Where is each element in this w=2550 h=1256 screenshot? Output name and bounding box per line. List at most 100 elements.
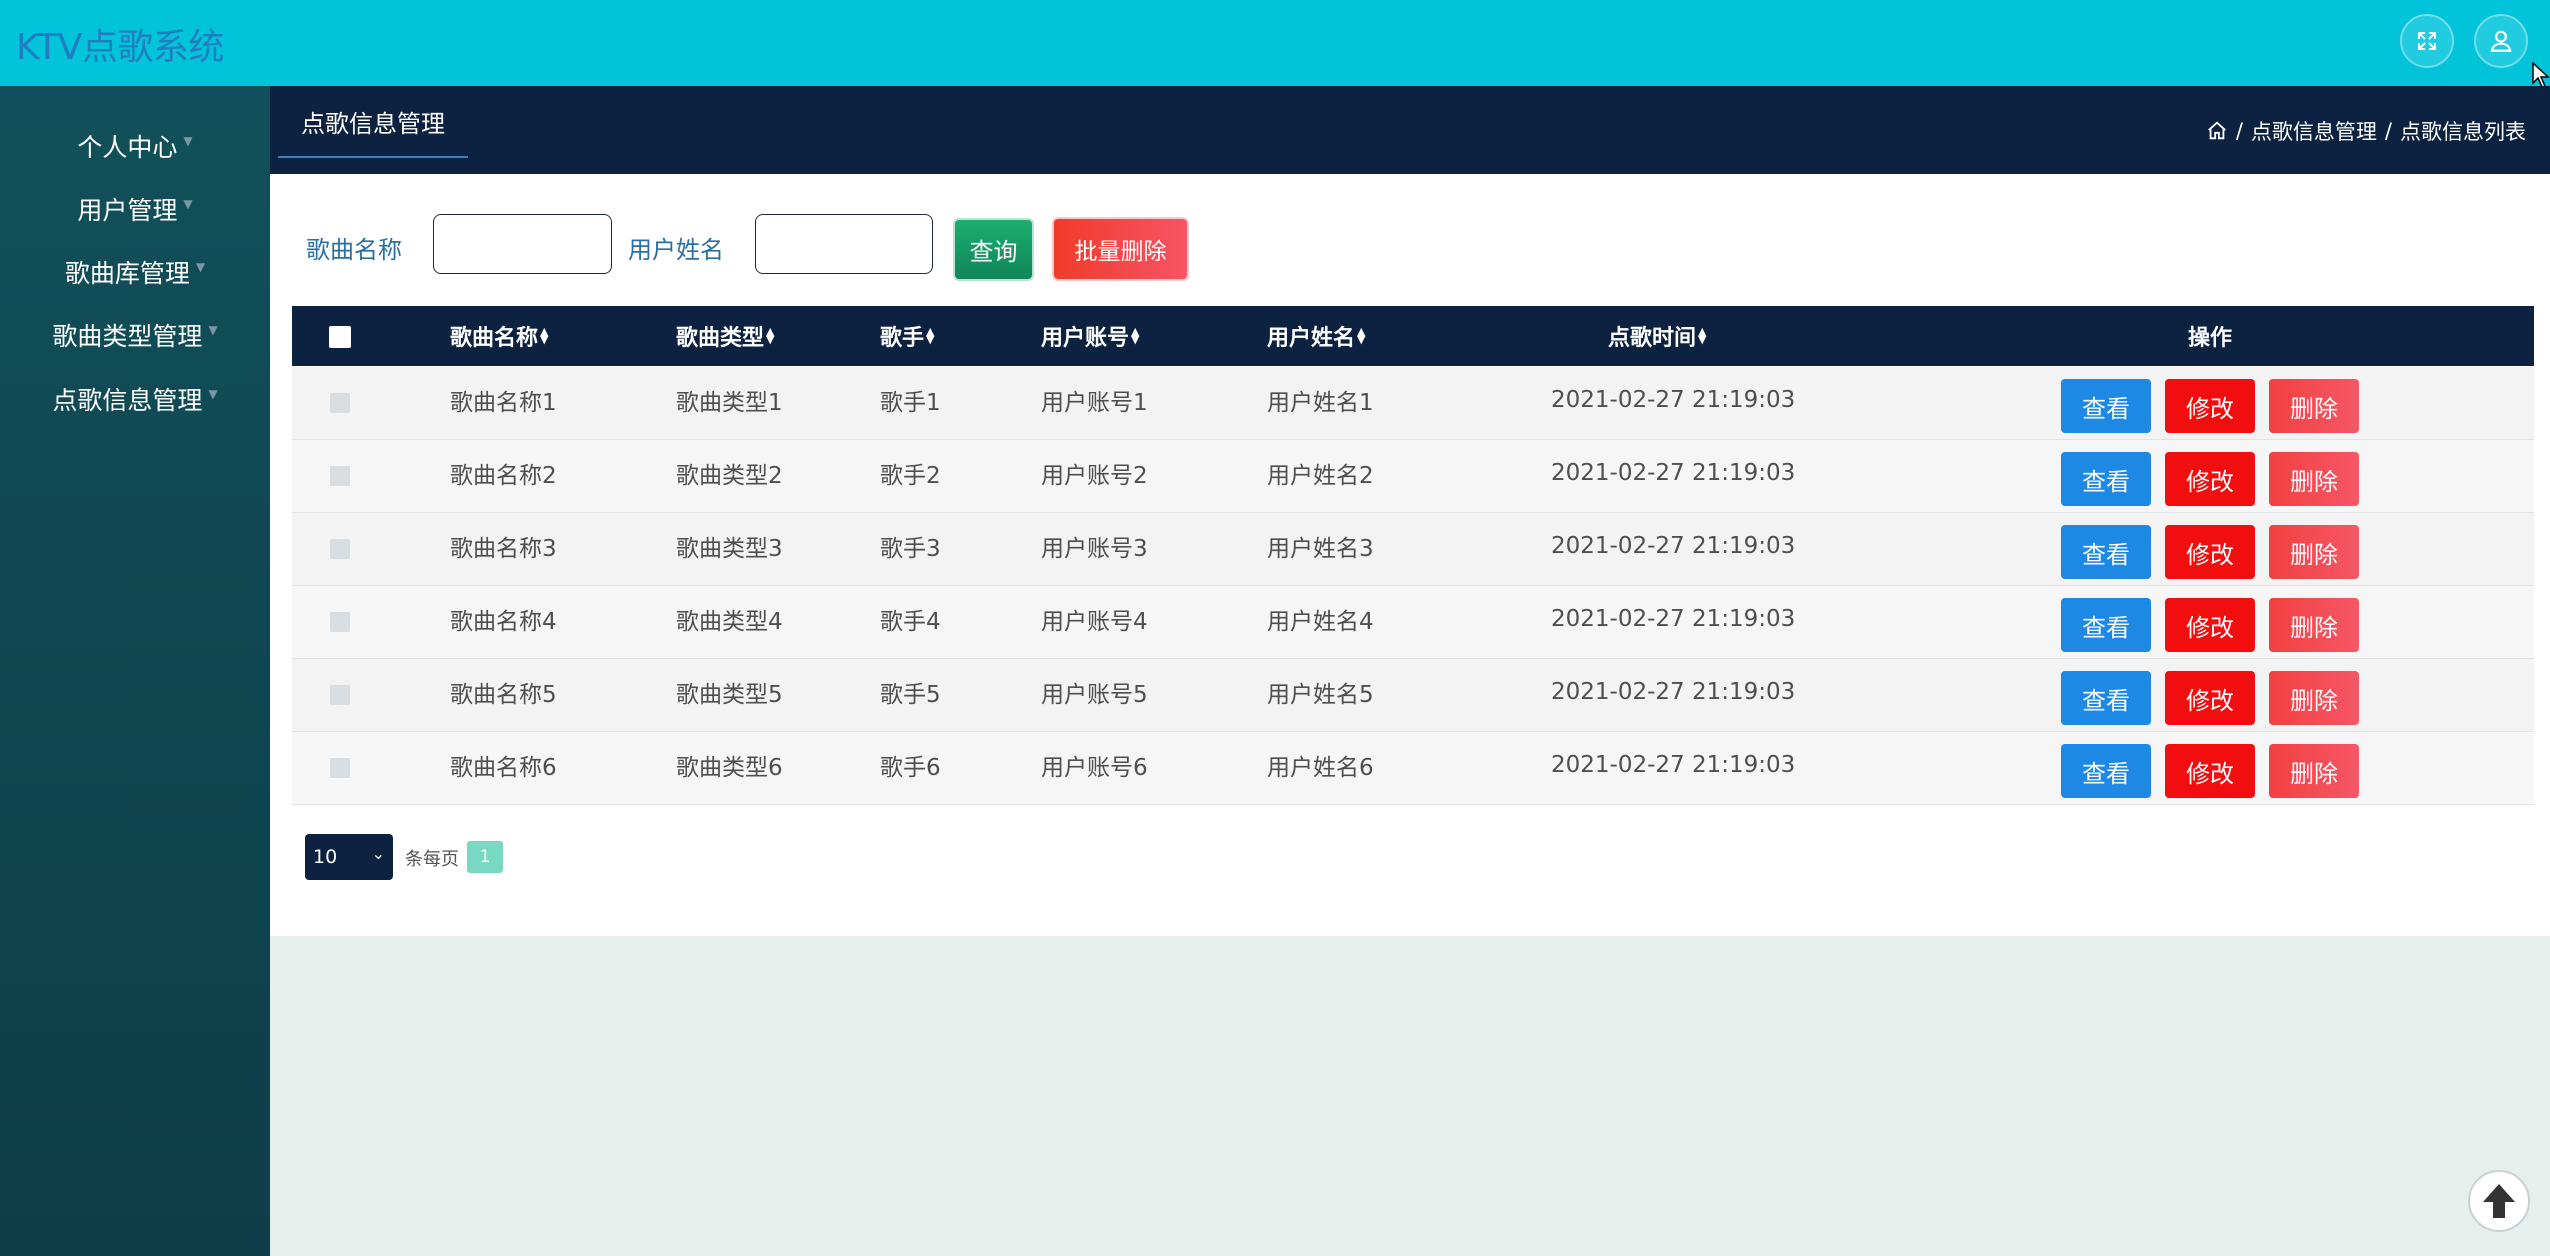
view-button[interactable]: 查看 xyxy=(2061,671,2151,725)
request-time-cell: 2021-02-27 21:19:03 xyxy=(1551,459,1796,486)
sidebar-item-user-management[interactable]: 用户管理 ▼ xyxy=(0,179,270,239)
sort-icon: ▲ ▼ xyxy=(1357,325,1366,346)
batch-delete-button[interactable]: 批量删除 xyxy=(1054,219,1187,279)
song-name-input[interactable] xyxy=(433,214,612,274)
view-button[interactable]: 查看 xyxy=(2061,525,2151,579)
user-name-label: 用户姓名 xyxy=(628,236,724,264)
column-header-singer[interactable]: 歌手 ▲ ▼ xyxy=(880,306,934,366)
chevron-down-icon: ⌄ xyxy=(371,844,385,863)
breadcrumb-separator: / xyxy=(2384,119,2392,143)
view-button[interactable]: 查看 xyxy=(2061,452,2151,506)
mouse-cursor-icon xyxy=(2532,62,2550,88)
page-size-value: 10 xyxy=(313,846,338,868)
view-button[interactable]: 查看 xyxy=(2061,598,2151,652)
delete-button[interactable]: 删除 xyxy=(2269,671,2359,725)
caret-down-icon: ▼ xyxy=(208,387,218,401)
edit-button[interactable]: 修改 xyxy=(2165,452,2255,506)
row-checkbox[interactable] xyxy=(330,612,350,632)
song-type-cell: 歌曲类型3 xyxy=(676,535,783,562)
sidebar-item-label: 歌曲类型管理 xyxy=(52,322,203,351)
singer-cell: 歌手1 xyxy=(880,389,941,416)
back-to-top-button[interactable] xyxy=(2468,1170,2530,1232)
singer-cell: 歌手5 xyxy=(880,681,941,708)
query-button[interactable]: 查询 xyxy=(955,220,1032,279)
user-account-cell: 用户账号2 xyxy=(1041,462,1148,489)
column-header-song-name[interactable]: 歌曲名称 ▲ ▼ xyxy=(450,306,548,366)
breadcrumb-item[interactable]: 点歌信息管理 xyxy=(2251,116,2377,146)
sidebar-item-song-request[interactable]: 点歌信息管理 ▼ xyxy=(0,369,270,429)
tab-song-request[interactable]: 点歌信息管理 xyxy=(278,86,468,158)
singer-cell: 歌手2 xyxy=(880,462,941,489)
row-checkbox[interactable] xyxy=(330,393,350,413)
view-button[interactable]: 查看 xyxy=(2061,379,2151,433)
song-type-cell: 歌曲类型5 xyxy=(676,681,783,708)
sidebar-item-song-type[interactable]: 歌曲类型管理 ▼ xyxy=(0,305,270,365)
edit-button[interactable]: 修改 xyxy=(2165,744,2255,798)
song-name-cell: 歌曲名称3 xyxy=(450,535,557,562)
fullscreen-button[interactable] xyxy=(2400,14,2454,68)
select-all-checkbox[interactable] xyxy=(329,326,351,348)
user-name-cell: 用户姓名2 xyxy=(1267,462,1374,489)
row-checkbox[interactable] xyxy=(330,539,350,559)
song-type-cell: 歌曲类型4 xyxy=(676,608,783,635)
delete-button[interactable]: 删除 xyxy=(2269,744,2359,798)
request-time-cell: 2021-02-27 21:19:03 xyxy=(1551,678,1796,705)
user-name-cell: 用户姓名1 xyxy=(1267,389,1374,416)
column-header-song-type[interactable]: 歌曲类型 ▲ ▼ xyxy=(676,306,774,366)
per-page-label: 条每页 xyxy=(405,849,459,870)
sidebar-item-label: 个人中心 xyxy=(77,133,178,162)
request-time-cell: 2021-02-27 21:19:03 xyxy=(1551,532,1796,559)
singer-cell: 歌手6 xyxy=(880,754,941,781)
delete-button[interactable]: 删除 xyxy=(2269,379,2359,433)
user-menu-button[interactable] xyxy=(2474,14,2528,68)
row-checkbox[interactable] xyxy=(330,685,350,705)
delete-button[interactable]: 删除 xyxy=(2269,598,2359,652)
request-time-cell: 2021-02-27 21:19:03 xyxy=(1551,386,1796,413)
song-name-cell: 歌曲名称4 xyxy=(450,608,557,635)
sort-icon: ▲ ▼ xyxy=(926,325,935,346)
edit-button[interactable]: 修改 xyxy=(2165,379,2255,433)
user-name-cell: 用户姓名3 xyxy=(1267,535,1374,562)
fullscreen-icon xyxy=(2418,32,2436,50)
user-name-cell: 用户姓名6 xyxy=(1267,754,1374,781)
row-checkbox[interactable] xyxy=(330,466,350,486)
sort-icon: ▲ ▼ xyxy=(1131,325,1140,346)
column-header-label: 操作 xyxy=(2188,326,2233,351)
song-type-cell: 歌曲类型6 xyxy=(676,754,783,781)
column-header-user-account[interactable]: 用户账号 ▲ ▼ xyxy=(1041,306,1139,366)
page-number-current[interactable]: 1 xyxy=(467,841,503,873)
column-header-label: 歌曲名称 xyxy=(450,326,539,351)
caret-down-icon: ▼ xyxy=(183,197,193,211)
user-name-cell: 用户姓名5 xyxy=(1267,681,1374,708)
song-type-cell: 歌曲类型2 xyxy=(676,462,783,489)
user-name-cell: 用户姓名4 xyxy=(1267,608,1374,635)
column-header-label: 歌曲类型 xyxy=(676,326,765,351)
view-button[interactable]: 查看 xyxy=(2061,744,2151,798)
sidebar-item-song-library[interactable]: 歌曲库管理 ▼ xyxy=(0,242,270,302)
column-header-label: 点歌时间 xyxy=(1608,326,1697,351)
page-size-select[interactable]: 10 ⌄ xyxy=(305,834,393,880)
delete-button[interactable]: 删除 xyxy=(2269,525,2359,579)
sort-icon: ▲ ▼ xyxy=(1698,325,1707,346)
arrow-up-icon xyxy=(2483,1184,2515,1218)
song-name-cell: 歌曲名称1 xyxy=(450,389,557,416)
caret-down-icon: ▼ xyxy=(195,260,206,274)
sidebar-item-label: 歌曲库管理 xyxy=(64,259,190,288)
column-header-actions: 操作 xyxy=(2188,306,2232,366)
delete-button[interactable]: 删除 xyxy=(2269,452,2359,506)
edit-button[interactable]: 修改 xyxy=(2165,525,2255,579)
breadcrumb-item: 点歌信息列表 xyxy=(2400,120,2526,144)
row-checkbox[interactable] xyxy=(330,758,350,778)
singer-cell: 歌手4 xyxy=(880,608,941,635)
request-time-cell: 2021-02-27 21:19:03 xyxy=(1551,605,1796,632)
breadcrumb: / 点歌信息管理 / 点歌信息列表 xyxy=(2206,116,2526,146)
top-bar xyxy=(0,0,2550,86)
column-header-request-time[interactable]: 点歌时间 ▲ ▼ xyxy=(1608,306,1706,366)
edit-button[interactable]: 修改 xyxy=(2165,598,2255,652)
user-name-input[interactable] xyxy=(755,214,933,274)
sidebar-item-label: 点歌信息管理 xyxy=(52,386,203,415)
edit-button[interactable]: 修改 xyxy=(2165,671,2255,725)
home-icon[interactable] xyxy=(2206,120,2228,142)
column-header-user-name[interactable]: 用户姓名 ▲ ▼ xyxy=(1267,306,1365,366)
sidebar-item-personal-center[interactable]: 个人中心 ▼ xyxy=(0,116,270,176)
